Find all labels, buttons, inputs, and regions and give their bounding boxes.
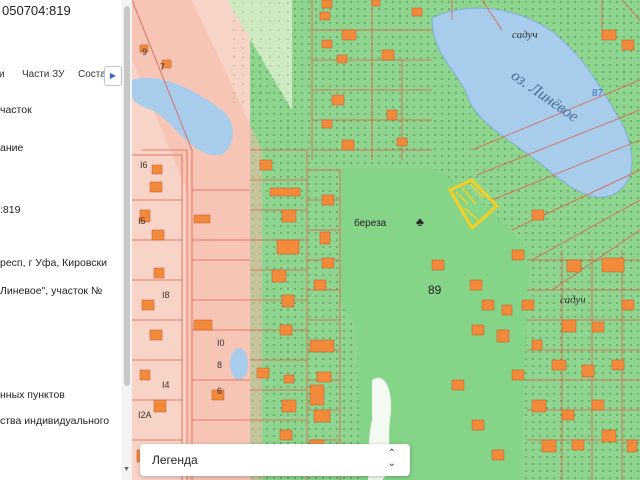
block-label: I8 [162,290,170,300]
garden-label-south: садуч [560,294,586,306]
tab-info[interactable]: и [0,69,5,80]
legend-label: Легенда [152,453,198,467]
block-label: 7 [160,62,165,72]
block-label: I0 [217,338,225,348]
info-line-category: нных пунктов [0,389,65,401]
info-line-number: :819 [0,204,21,216]
info-line-type: часток [0,104,32,116]
quarter-number-89: 89 [428,283,442,297]
info-line-status: ание [0,142,24,154]
forest-label: береза [354,217,387,229]
scrollbar-thumb[interactable] [124,6,130,386]
tab-parts[interactable]: Части ЗУ [22,69,64,80]
info-panel: 050704:819 и Части ЗУ Соста ▶ часток ани… [0,0,132,480]
quarter-number-87: 87 [592,88,604,99]
panel-tabs: и Части ЗУ Соста ▶ [0,66,124,86]
cadastral-map[interactable]: оз. Линёвое садуч садуч береза ♣ 89 87 I… [132,0,640,480]
block-label: 8 [217,360,222,370]
garden-label-north: садуч [512,29,538,41]
pond-bottom [230,348,248,380]
block-label: 9 [142,47,147,57]
park-dots [227,0,292,110]
tab-composition[interactable]: Соста [78,69,106,80]
panel-scrollbar[interactable]: ▼ [122,0,132,480]
block-label: I2A [138,410,152,420]
block-label: I6 [140,160,148,170]
tree-icon: ♣ [416,215,424,229]
scroll-down-arrow-icon[interactable]: ▼ [123,466,130,473]
info-line-address-2: Линевое", участок № [0,285,103,297]
chevron-updown-icon: ⌃ ⌄ [387,448,396,469]
block-label: I4 [162,380,170,390]
info-line-use: ства индивидуального [0,415,110,427]
tabs-next-arrow-icon[interactable]: ▶ [104,66,122,86]
legend-dropdown[interactable]: Легенда ⌃ ⌄ [140,444,410,476]
cadastral-number-title: 050704:819 [2,3,71,18]
map-canvas[interactable]: оз. Линёвое садуч садуч береза ♣ 89 87 I… [132,0,640,480]
info-line-address: респ, г Уфа, Кировски [0,257,108,269]
block-label: I5 [138,216,146,226]
block-label: 6 [217,386,222,396]
